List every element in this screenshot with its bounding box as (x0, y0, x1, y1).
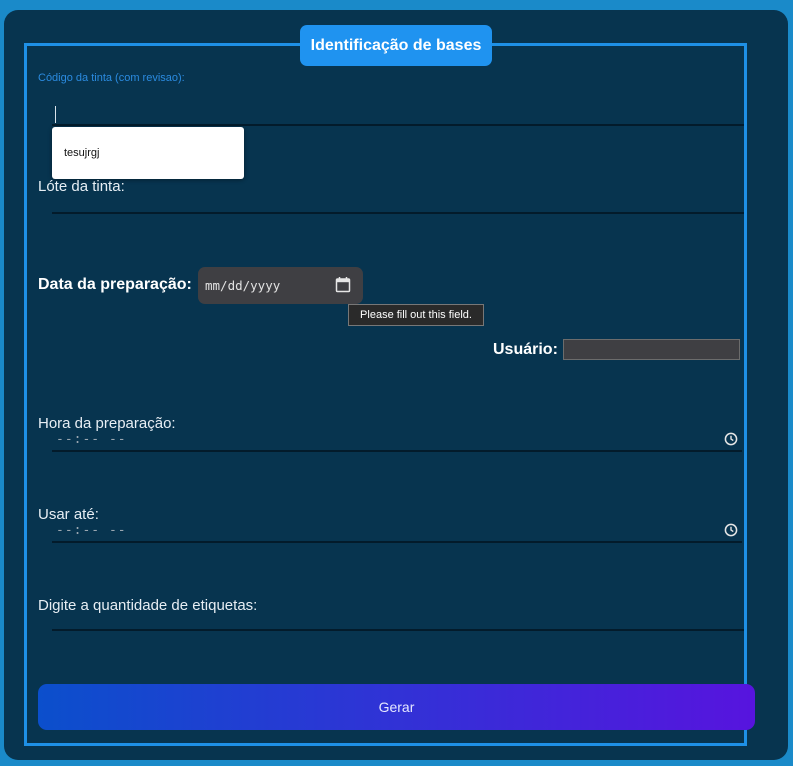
codigo-label: Código da tinta (com revisao): (38, 72, 185, 84)
form-legend: Identificação de bases (300, 25, 492, 66)
quantidade-input[interactable] (52, 608, 744, 629)
lote-input[interactable] (52, 190, 744, 212)
usuario-label: Usuário: (493, 341, 558, 358)
usar-ate-placeholder: --:-- -- (56, 523, 127, 538)
text-caret (55, 106, 56, 123)
lote-underline (52, 212, 744, 214)
usar-ate-underline (52, 541, 742, 543)
validation-tooltip: Please fill out this field. (348, 304, 484, 326)
autocomplete-dropdown[interactable]: tesujrgj (52, 127, 244, 179)
gerar-button[interactable]: Gerar (38, 684, 755, 730)
usar-ate-input[interactable] (52, 521, 742, 541)
autocomplete-option[interactable]: tesujrgj (64, 147, 99, 159)
quantidade-underline (52, 629, 744, 631)
hora-placeholder: --:-- -- (56, 432, 127, 447)
hora-input[interactable] (52, 430, 742, 450)
codigo-input[interactable] (52, 100, 744, 124)
codigo-underline (52, 124, 744, 126)
clock-icon[interactable] (724, 432, 738, 446)
usuario-input[interactable] (563, 339, 740, 360)
calendar-icon[interactable] (335, 276, 351, 293)
data-label: Data da preparação: (38, 276, 192, 293)
hora-underline (52, 450, 742, 452)
date-placeholder: mm/dd/yyyy (205, 278, 281, 293)
clock-icon[interactable] (724, 523, 738, 537)
